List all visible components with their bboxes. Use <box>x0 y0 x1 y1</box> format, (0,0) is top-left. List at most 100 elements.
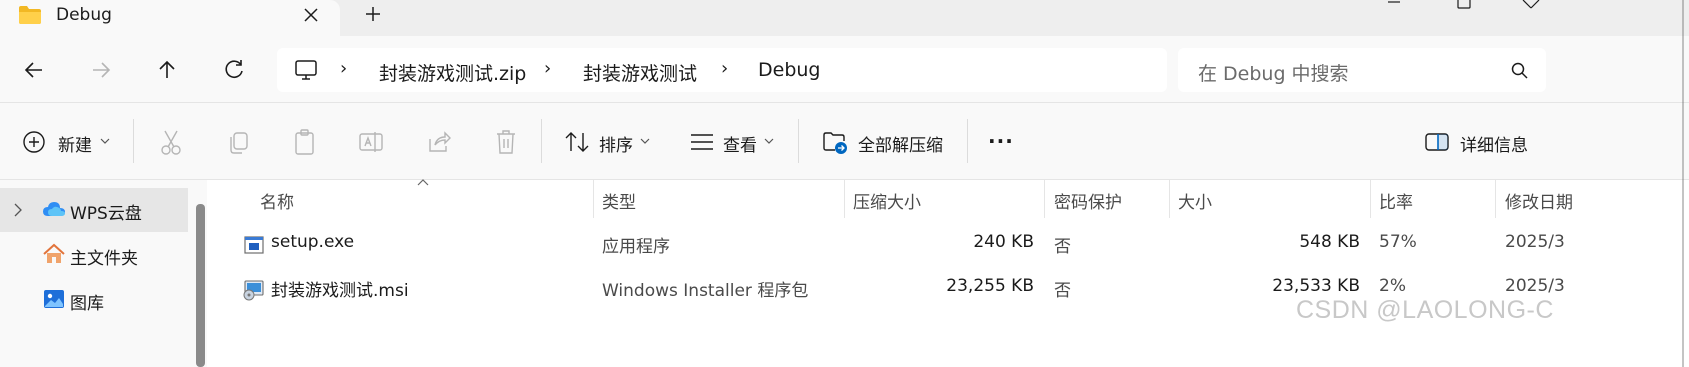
sidebar-item-home[interactable]: 主文件夹 <box>0 233 188 277</box>
cut-icon[interactable] <box>158 127 184 157</box>
chevron-down-icon <box>640 138 650 144</box>
breadcrumb-debug[interactable]: Debug <box>758 59 820 81</box>
chevron-right-icon[interactable]: › <box>721 58 728 79</box>
tab-title: Debug <box>56 5 112 25</box>
command-bar: 新建 排序 查看 全部解压缩 ··· 详细信息 <box>0 103 1689 180</box>
sidebar-item-label: 图库 <box>70 294 104 314</box>
back-icon[interactable] <box>20 56 48 84</box>
tab-debug[interactable]: Debug <box>0 0 340 36</box>
sort-label: 排序 <box>599 136 633 156</box>
this-pc-icon[interactable] <box>293 58 319 82</box>
column-divider[interactable] <box>1169 180 1170 218</box>
refresh-icon[interactable] <box>220 56 248 84</box>
exe-icon <box>244 236 264 254</box>
sidebar-item-label: WPS云盘 <box>70 204 142 224</box>
chevron-down-icon <box>764 138 774 144</box>
table-row[interactable]: setup.exe 应用程序 240 KB 否 548 KB 57% 2025/… <box>216 223 1689 267</box>
column-header-modified[interactable]: 修改日期 <box>1505 188 1573 213</box>
divider <box>798 119 799 163</box>
window-edge <box>1682 0 1684 367</box>
forward-icon[interactable] <box>87 56 115 84</box>
file-modified: 2025/3 <box>1505 276 1565 296</box>
file-password: 否 <box>1054 237 1071 257</box>
watermark: CSDN @LAOLONG-C <box>1296 296 1554 324</box>
file-name: 封装游戏测试.msi <box>271 281 409 301</box>
navigation-pane: WPS云盘 主文件夹 图库 <box>0 180 207 367</box>
file-ratio: 2% <box>1379 276 1406 296</box>
msi-icon <box>243 280 264 301</box>
delete-icon[interactable] <box>493 127 519 157</box>
file-size: 548 KB <box>1299 232 1360 252</box>
maximize-icon[interactable] <box>1452 0 1476 10</box>
column-header-size[interactable]: 大小 <box>1178 188 1212 213</box>
column-header-password[interactable]: 密码保护 <box>1054 188 1122 213</box>
breadcrumb-folder[interactable]: 封装游戏测试 <box>583 59 697 86</box>
search-icon[interactable] <box>1510 61 1530 81</box>
navigation-bar: › 封装游戏测试.zip › 封装游戏测试 › Debug 在 Debug 中搜… <box>0 36 1689 103</box>
details-label: 详细信息 <box>1460 136 1528 156</box>
paste-icon[interactable] <box>292 127 318 157</box>
search-placeholder: 在 Debug 中搜索 <box>1198 63 1349 85</box>
sidebar-item-gallery[interactable]: 图库 <box>0 278 188 322</box>
rename-icon[interactable] <box>358 127 384 157</box>
view-button[interactable]: 查看 <box>690 127 780 157</box>
sort-button[interactable]: 排序 <box>564 127 654 157</box>
divider <box>967 119 968 163</box>
column-divider[interactable] <box>1370 180 1371 218</box>
column-header-ratio[interactable]: 比率 <box>1379 188 1413 213</box>
breadcrumb-zip[interactable]: 封装游戏测试.zip <box>379 59 526 86</box>
chevron-right-icon[interactable] <box>12 202 24 218</box>
extract-all-label: 全部解压缩 <box>858 136 943 156</box>
sidebar-item-wps-cloud[interactable]: WPS云盘 <box>0 188 188 232</box>
column-header-compressed-size[interactable]: 压缩大小 <box>853 188 921 213</box>
column-divider[interactable] <box>1495 180 1496 218</box>
search-box[interactable]: 在 Debug 中搜索 <box>1178 48 1546 92</box>
new-tab-icon[interactable] <box>362 3 384 25</box>
file-password: 否 <box>1054 281 1071 301</box>
up-icon[interactable] <box>153 56 181 84</box>
home-icon <box>43 243 65 263</box>
title-bar: Debug <box>0 0 1689 36</box>
sort-ascending-icon <box>417 179 429 186</box>
add-circle-icon <box>23 131 45 153</box>
details-button[interactable]: 详细信息 <box>1424 127 1534 157</box>
file-type: Windows Installer 程序包 <box>602 281 809 301</box>
column-header-name[interactable]: 名称 <box>260 188 294 213</box>
gallery-icon <box>44 290 64 308</box>
column-header-type[interactable]: 类型 <box>602 188 636 213</box>
file-list: 名称 类型 压缩大小 密码保护 大小 比率 修改日期 setup.exe 应用程… <box>216 179 1689 367</box>
file-modified: 2025/3 <box>1505 232 1565 252</box>
file-compressed-size: 240 KB <box>973 232 1034 252</box>
file-size: 23,533 KB <box>1272 276 1360 296</box>
file-ratio: 57% <box>1379 232 1417 252</box>
divider <box>541 119 542 163</box>
file-compressed-size: 23,255 KB <box>946 276 1034 296</box>
share-icon[interactable] <box>426 127 452 157</box>
details-pane-icon <box>1425 133 1449 151</box>
address-bar[interactable]: › 封装游戏测试.zip › 封装游戏测试 › Debug <box>277 48 1167 92</box>
close-icon[interactable] <box>300 4 322 26</box>
scrollbar[interactable] <box>196 204 205 367</box>
copy-icon[interactable] <box>226 127 252 157</box>
view-list-icon <box>691 134 713 150</box>
sort-icon <box>565 132 589 152</box>
view-label: 查看 <box>723 136 757 156</box>
file-type: 应用程序 <box>602 237 670 257</box>
new-button[interactable]: 新建 <box>22 127 114 157</box>
extract-folder-icon <box>823 132 847 154</box>
column-divider[interactable] <box>593 180 594 218</box>
divider <box>133 119 134 163</box>
sidebar-item-label: 主文件夹 <box>70 249 138 269</box>
column-divider[interactable] <box>844 180 845 218</box>
minimize-icon[interactable] <box>1382 0 1406 10</box>
column-divider[interactable] <box>1044 180 1045 218</box>
chevron-right-icon[interactable]: › <box>340 58 347 79</box>
new-label: 新建 <box>58 136 92 156</box>
chevron-down-icon <box>100 138 110 144</box>
more-options-icon[interactable]: ··· <box>988 129 1014 153</box>
extract-all-button[interactable]: 全部解压缩 <box>822 127 952 157</box>
chevron-right-icon[interactable]: › <box>544 58 551 79</box>
window-close-icon[interactable] <box>1518 0 1542 10</box>
folder-icon <box>19 6 41 24</box>
file-name: setup.exe <box>271 232 355 252</box>
